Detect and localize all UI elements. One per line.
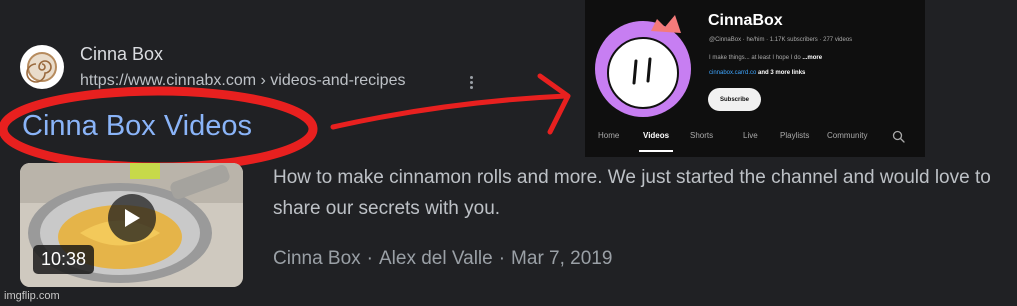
tab-shorts[interactable]: Shorts [690, 131, 713, 140]
result-meta: Cinna Box · Alex del Valle · Mar 7, 2019 [273, 248, 612, 270]
channel-stats: @CinnaBox · he/him · 1.17K subscribers ·… [709, 37, 853, 43]
channel-avatar[interactable] [593, 9, 697, 119]
tab-playlists[interactable]: Playlists [780, 131, 809, 140]
tab-live[interactable]: Live [743, 131, 758, 140]
channel-about-more[interactable]: ...more [802, 55, 822, 61]
result-title-link[interactable]: Cinna Box Videos [22, 110, 252, 143]
meta-separator: · [498, 248, 506, 269]
annotation-arrowhead [537, 73, 571, 135]
meta-separator: · [366, 248, 373, 269]
channel-more-links[interactable]: and 3 more links [758, 70, 805, 76]
cinnamon-roll-icon [26, 52, 57, 83]
channel-about[interactable]: I make things... at least I hope I do ..… [709, 55, 822, 61]
kebab-menu-icon[interactable] [466, 74, 476, 96]
channel-tabs: Home Videos Shorts Live Playlists Commun… [585, 126, 925, 156]
play-icon [125, 209, 140, 227]
video-thumbnail[interactable]: 10:38 [20, 163, 243, 287]
channel-about-text: I make things... at least I hope I do [709, 55, 801, 61]
site-favicon[interactable] [20, 45, 64, 89]
imgflip-watermark: imgflip.com [4, 290, 60, 302]
meta-source: Cinna Box [273, 248, 361, 269]
tab-home[interactable]: Home [598, 131, 619, 140]
channel-link[interactable]: cinnabox.carrd.co [709, 70, 756, 76]
result-description: How to make cinnamon rolls and more. We … [273, 167, 991, 219]
tab-community[interactable]: Community [827, 131, 867, 140]
channel-name: CinnaBox [708, 12, 783, 29]
search-icon[interactable] [892, 130, 905, 143]
site-url[interactable]: https://www.cinnabx.com › videos-and-rec… [80, 72, 405, 90]
crown-icon [651, 15, 681, 33]
subscribe-button[interactable]: Subscribe [708, 88, 761, 111]
active-tab-underline [639, 150, 673, 152]
meta-author: Alex del Valle [379, 248, 493, 269]
youtube-channel-panel: CinnaBox @CinnaBox · he/him · 1.17K subs… [585, 0, 925, 157]
site-name[interactable]: Cinna Box [80, 44, 163, 65]
play-button[interactable] [108, 194, 156, 242]
meta-date: Mar 7, 2019 [511, 248, 613, 269]
annotation-arrow [330, 93, 569, 130]
video-duration: 10:38 [33, 245, 95, 274]
tab-videos[interactable]: Videos [643, 131, 669, 140]
channel-links: cinnabox.carrd.co and 3 more links [709, 70, 805, 76]
